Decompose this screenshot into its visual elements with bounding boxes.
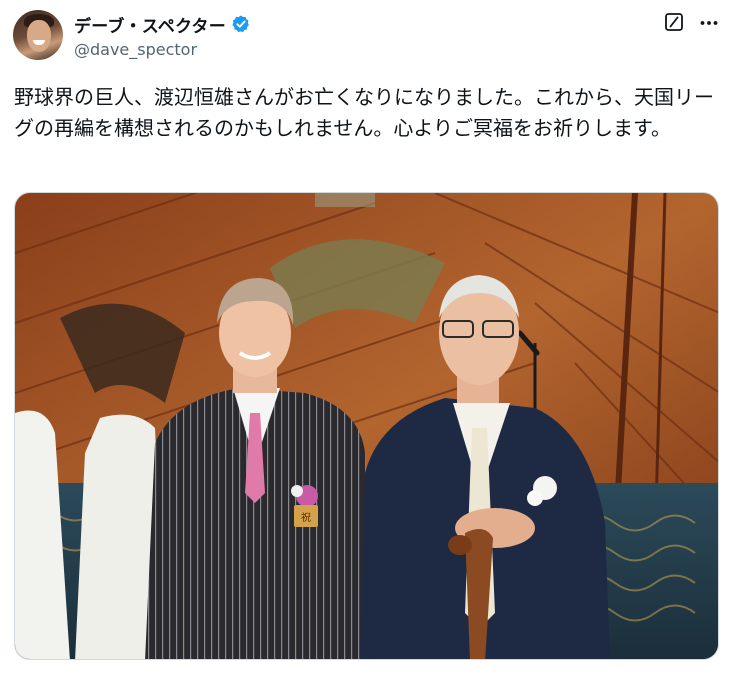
photo-image: 祝 [15,193,718,659]
author-display-name[interactable]: デーブ・スペクター [74,12,226,37]
author-avatar[interactable] [13,10,63,60]
tweet-photo[interactable]: 祝 [14,192,719,660]
author-handle[interactable]: @dave_spector [74,40,197,59]
grok-icon[interactable] [664,12,684,32]
photo-badge-text: 祝 [301,511,311,524]
tweet-card[interactable]: デーブ・スペクター @dave_spector 野球界の巨人、渡辺恒雄さんがお亡… [0,0,732,677]
verified-badge-icon[interactable] [231,14,251,34]
tweet-text: 野球界の巨人、渡辺恒雄さんがお亡くなりになりました。これから、天国リーグの再編を… [14,85,714,140]
more-options-icon[interactable] [698,12,720,34]
author-name-row: デーブ・スペクター [74,12,251,37]
